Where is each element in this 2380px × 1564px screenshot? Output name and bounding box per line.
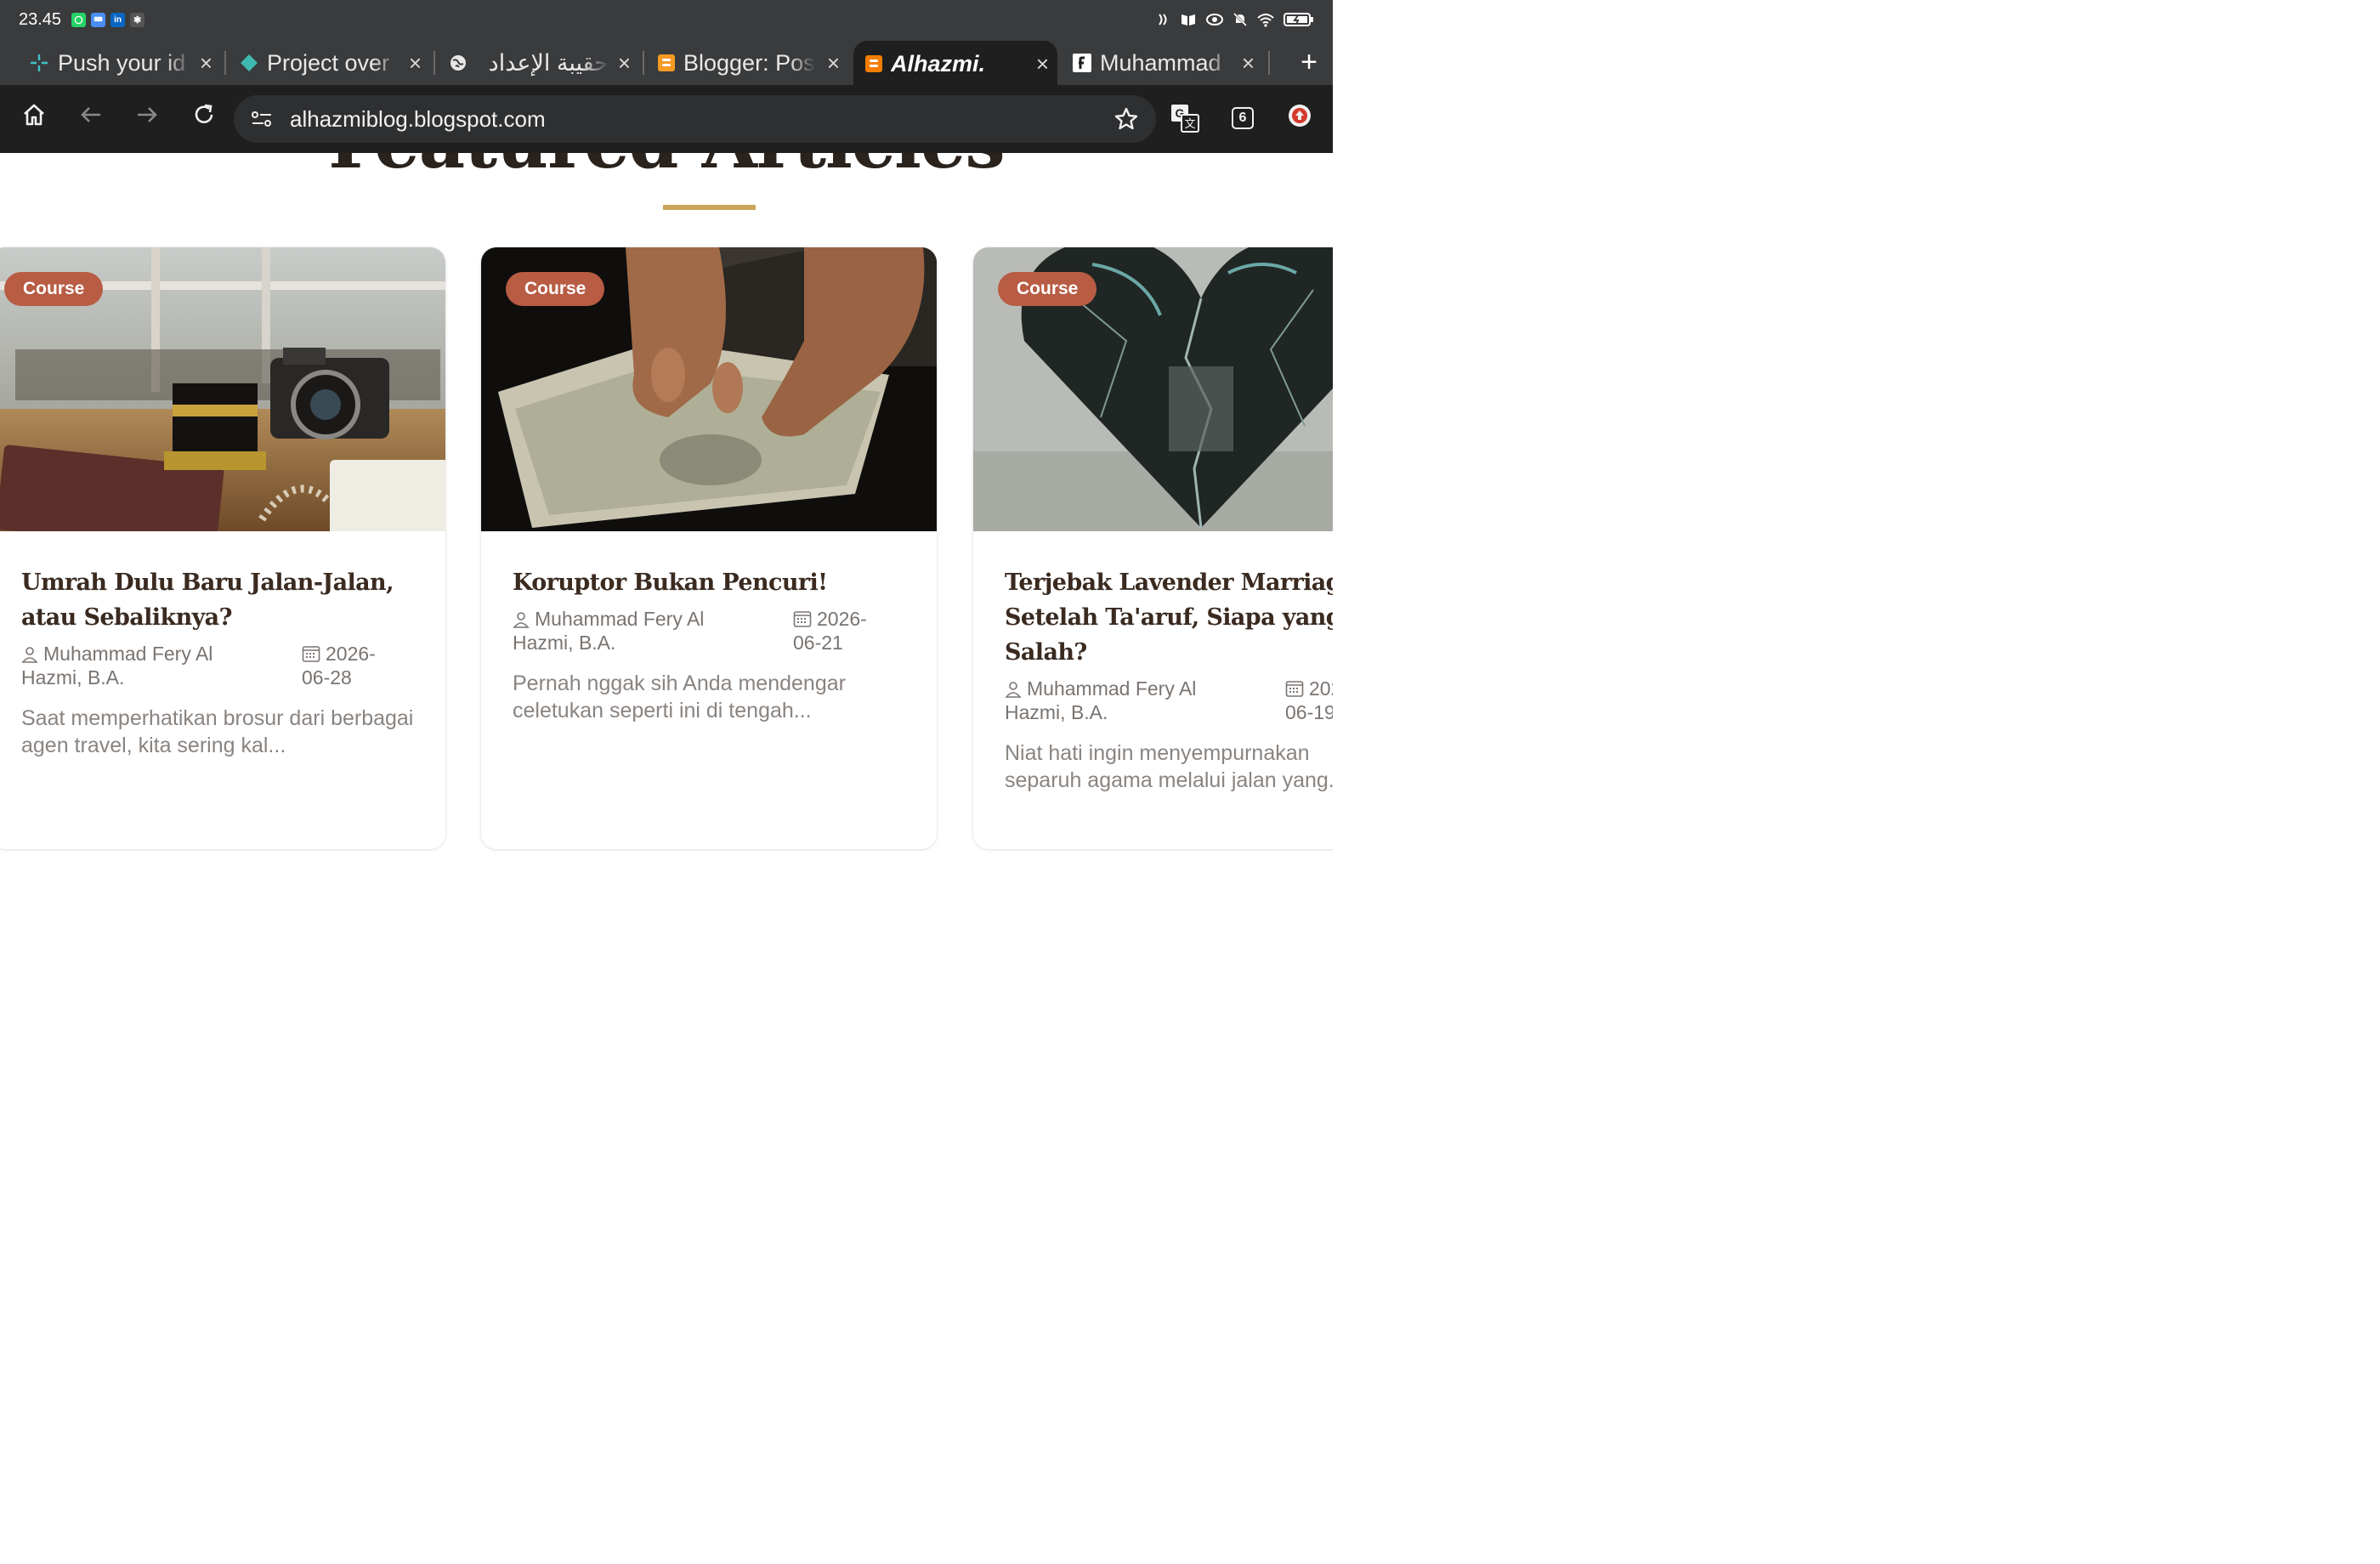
article-date: 2026-06-28 — [302, 642, 404, 689]
article-excerpt: Saat memperhatikan brosur dari berbagai … — [21, 706, 414, 757]
blogger-icon — [658, 54, 675, 71]
calendar-icon — [302, 646, 320, 662]
article-card[interactable]: Course Umrah Dulu Baru Jalan-Jalan, atau… — [0, 247, 445, 849]
browser-toolbar: alhazmiblog.blogspot.com G文 — [0, 85, 1333, 153]
category-badge[interactable]: Course — [506, 272, 605, 306]
tab-title: Alhazmi. — [891, 50, 986, 76]
mute-icon — [1232, 12, 1248, 27]
user-icon — [513, 612, 530, 628]
page-content: Featured Articles — [0, 153, 1333, 876]
gboard-icon: ⌨ — [91, 12, 106, 27]
article-author: Muhammad Fery Al Hazmi, B.A. — [1005, 677, 1260, 724]
article-date: 2026-06-19 — [1285, 677, 1333, 724]
profile-avatar-icon[interactable] — [1286, 102, 1313, 129]
address-bar[interactable]: alhazmiblog.blogspot.com — [234, 95, 1156, 143]
tab-title: Push your id — [58, 49, 186, 76]
tab-strip: Push your id × Project over × حقيبة الإع… — [0, 39, 1333, 87]
article-title[interactable]: Umrah Dulu Baru Jalan-Jalan, atau Sebali… — [21, 565, 415, 635]
linkedin-icon: in — [110, 12, 126, 27]
status-bar: 23.45 ⌨ in ✱ — [0, 0, 1333, 39]
globe-icon — [450, 55, 466, 71]
tab-project-overview[interactable]: Project over × — [240, 41, 430, 85]
facebook-icon — [1073, 54, 1091, 72]
author-name: Muhammad Fery Al Hazmi, B.A. — [1005, 677, 1197, 723]
status-time: 23.45 — [19, 9, 62, 29]
tab-title: Muhammad — [1100, 49, 1221, 76]
article-title[interactable]: Koruptor Bukan Pencuri! — [513, 565, 906, 600]
svg-text:文: 文 — [1184, 117, 1195, 130]
tab-alhazmi-active[interactable]: Alhazmi. × — [853, 41, 1057, 87]
tab-separator — [434, 51, 435, 75]
tab-arabic-page[interactable]: حقيبة الإعداد × — [449, 41, 639, 85]
tab-close-button[interactable]: × — [618, 50, 631, 76]
article-meta: Muhammad Fery Al Hazmi, B.A. 2026-06-19 — [1005, 677, 1333, 731]
forward-arrow-icon[interactable] — [134, 102, 160, 128]
eye-comfort-icon — [1206, 14, 1223, 26]
tab-push-your-idea[interactable]: Push your id × — [29, 41, 221, 85]
tab-separator — [643, 51, 644, 75]
article-author: Muhammad Fery Al Hazmi, B.A. — [513, 607, 768, 654]
article-excerpt: Niat hati ingin menyempurnakan separuh a… — [1005, 741, 1333, 792]
article-title[interactable]: Terjebak Lavender Marriage Setelah Ta'ar… — [1005, 565, 1333, 670]
tab-close-button[interactable]: × — [200, 50, 212, 76]
category-badge[interactable]: Course — [998, 272, 1097, 306]
battery-icon — [1284, 13, 1313, 26]
article-meta: Muhammad Fery Al Hazmi, B.A. 2026-06-21 — [513, 607, 906, 661]
tab-close-button[interactable]: × — [1036, 51, 1049, 77]
new-tab-button[interactable]: + — [1300, 46, 1318, 79]
title-underline — [663, 205, 756, 210]
author-name: Muhammad Fery Al Hazmi, B.A. — [21, 643, 213, 688]
bookmark-star-icon[interactable] — [1114, 106, 1139, 132]
home-icon[interactable] — [21, 102, 47, 128]
section-title: Featured Articles — [0, 153, 1333, 184]
calendar-icon — [793, 611, 812, 627]
article-meta: Muhammad Fery Al Hazmi, B.A. 2026-06-28 — [21, 642, 415, 696]
app-notification-icon: ✱ — [130, 12, 145, 27]
tab-title: Blogger: Pos — [683, 49, 815, 76]
sparkle-icon — [31, 54, 48, 71]
tab-separator — [224, 51, 226, 75]
wifi-icon — [1257, 14, 1274, 27]
tab-switcher-button[interactable]: 6 — [1232, 107, 1254, 129]
back-arrow-icon[interactable] — [78, 102, 104, 128]
tab-muhammad[interactable]: Muhammad × — [1073, 41, 1263, 85]
article-excerpt: Pernah nggak sih Anda mendengar celetuka… — [513, 672, 846, 722]
article-date: 2026-06-21 — [793, 607, 895, 654]
tab-blogger-posts[interactable]: Blogger: Pos × — [658, 41, 848, 85]
site-settings-icon[interactable] — [251, 109, 273, 129]
tab-title: Project over — [267, 49, 390, 76]
calendar-icon — [1285, 681, 1304, 697]
category-badge[interactable]: Course — [4, 272, 104, 306]
user-icon — [1005, 682, 1022, 698]
tab-separator — [1268, 51, 1270, 75]
tab-close-button[interactable]: × — [409, 50, 422, 76]
tab-close-button[interactable]: × — [1242, 50, 1255, 76]
user-icon — [21, 647, 38, 663]
article-author: Muhammad Fery Al Hazmi, B.A. — [21, 642, 276, 689]
nfc-icon — [1159, 14, 1167, 26]
url-text[interactable]: alhazmiblog.blogspot.com — [290, 106, 546, 133]
whatsapp-icon — [71, 12, 87, 27]
tab-title: حقيبة الإعداد — [488, 49, 609, 76]
tab-close-button[interactable]: × — [827, 50, 840, 76]
translate-icon[interactable]: G文 — [1170, 104, 1199, 133]
author-name: Muhammad Fery Al Hazmi, B.A. — [513, 608, 705, 654]
reading-mode-icon — [1182, 14, 1195, 26]
reload-icon[interactable] — [191, 102, 217, 128]
article-card[interactable]: Course Terjebak Lavender Marriage Setela… — [973, 247, 1333, 849]
article-card[interactable]: Course Koruptor Bukan Pencuri! Muhammad … — [481, 247, 937, 849]
diamond-icon — [241, 54, 258, 71]
blogger-icon — [865, 55, 882, 72]
